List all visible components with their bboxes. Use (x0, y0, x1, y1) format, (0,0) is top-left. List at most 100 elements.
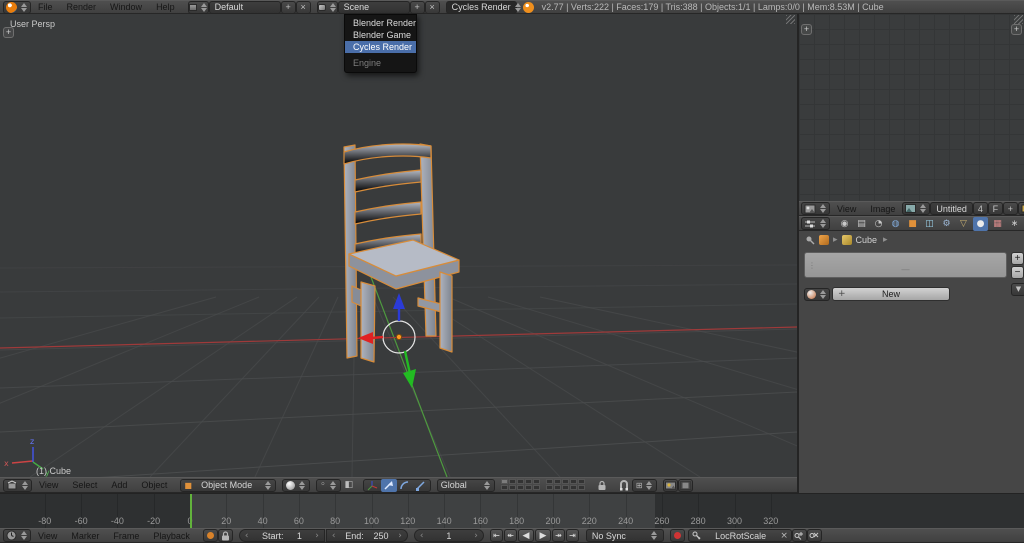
mode-selector[interactable]: ■ Object Mode (180, 479, 276, 492)
layer-cell[interactable] (578, 479, 585, 484)
scene-field[interactable]: Scene (338, 1, 410, 14)
manipulator-toggle-translate[interactable] (381, 479, 397, 492)
screen-layout-field[interactable]: Default (209, 1, 281, 14)
tab-object-data-icon[interactable]: ▽ (956, 217, 971, 231)
auto-keyframe-toggle[interactable] (203, 529, 218, 542)
breadcrumb-object-name[interactable]: Cube (856, 235, 878, 245)
menu-add[interactable]: Add (104, 480, 134, 490)
layers-widget[interactable] (546, 479, 588, 491)
new-material-button[interactable]: + New (832, 287, 950, 301)
delete-scene-button[interactable]: × (425, 1, 440, 14)
layers-widget[interactable] (501, 479, 543, 491)
expand-region-button[interactable]: + (801, 24, 812, 35)
layer-cell[interactable] (501, 485, 508, 490)
layer-cell[interactable] (509, 479, 516, 484)
menu-playback[interactable]: Playback (146, 531, 197, 541)
list-resize-dash-icon[interactable]: — (901, 265, 910, 275)
layer-cell[interactable] (578, 485, 585, 490)
image-editor-canvas[interactable]: + + (799, 14, 1024, 201)
insert-keyframe-button[interactable] (792, 529, 807, 542)
current-frame-field[interactable]: ‹ 1 › (414, 529, 484, 542)
material-slots-list[interactable]: ⋮ — (804, 252, 1007, 278)
tab-modifiers-icon[interactable]: ⚙ (939, 217, 954, 231)
transform-orientation-selector[interactable]: Global (437, 479, 495, 492)
tab-texture-icon[interactable]: ▦ (990, 217, 1005, 231)
menu-frame[interactable]: Frame (106, 531, 146, 541)
add-scene-button[interactable]: + (410, 1, 425, 14)
editor-type-selector[interactable] (3, 529, 31, 542)
material-specials-button[interactable]: ▼ (1011, 283, 1024, 296)
image-datablock-icon[interactable] (902, 202, 930, 215)
menu-file[interactable]: File (31, 2, 60, 12)
layer-cell[interactable] (525, 485, 532, 490)
menu-help[interactable]: Help (149, 2, 182, 12)
engine-option-cycles-render[interactable]: Cycles Render (345, 41, 416, 53)
menu-select[interactable]: Select (65, 480, 104, 490)
record-button[interactable] (670, 529, 685, 542)
layer-cell[interactable] (554, 479, 561, 484)
engine-option-blender-game[interactable]: Blender Game (345, 29, 416, 41)
menu-view[interactable]: View (31, 531, 64, 541)
jump-to-prev-keyframe-button[interactable]: ↞ (504, 529, 517, 542)
layer-cell[interactable] (517, 479, 524, 484)
menu-marker[interactable]: Marker (64, 531, 106, 541)
layer-cell[interactable] (525, 479, 532, 484)
snap-toggle[interactable] (616, 479, 632, 492)
layer-cell[interactable] (533, 485, 540, 490)
layer-cell[interactable] (546, 479, 553, 484)
manipulator-toggle-axes[interactable] (365, 479, 381, 492)
menu-view[interactable]: View (32, 480, 65, 490)
play-button[interactable]: ▶ (535, 529, 551, 542)
new-image-button[interactable]: + (1003, 202, 1018, 215)
viewport-shading-selector[interactable] (282, 479, 310, 492)
manipulator-x-handle[interactable] (372, 337, 383, 338)
pin-icon[interactable] (805, 235, 815, 245)
engine-option-blender-render[interactable]: Blender Render (345, 17, 416, 29)
app-menu-button[interactable] (3, 1, 31, 14)
layer-cell[interactable] (546, 485, 553, 490)
object-icon[interactable] (819, 235, 829, 245)
render-engine-selector[interactable]: Cycles Render (446, 1, 517, 14)
delete-keyframe-button[interactable] (807, 529, 822, 542)
viewport-3d[interactable]: x z y User Persp (1) Cube + (0, 14, 797, 477)
layer-cell[interactable] (570, 485, 577, 490)
menu-view[interactable]: View (830, 204, 863, 214)
tab-render-layers-icon[interactable]: ▤ (854, 217, 869, 231)
tab-particles-icon[interactable]: ∗ (1007, 217, 1022, 231)
jump-to-next-keyframe-button[interactable]: ↠ (552, 529, 565, 542)
sync-mode-selector[interactable]: No Sync (586, 529, 664, 542)
menu-object[interactable]: Object (134, 480, 174, 490)
menu-window[interactable]: Window (103, 2, 149, 12)
layer-cell[interactable] (562, 479, 569, 484)
lock-to-scene-toggle[interactable] (594, 479, 610, 492)
screen-layout-icon[interactable] (188, 1, 209, 14)
layer-cell[interactable] (554, 485, 561, 490)
fake-user-button[interactable]: F (988, 202, 1003, 215)
mesh-data-icon[interactable] (842, 235, 852, 245)
pivot-point-selector[interactable]: ◦ (316, 479, 340, 492)
frame-end-field[interactable]: ‹ End: 250 › (326, 529, 408, 542)
add-layout-button[interactable]: + (281, 1, 296, 14)
tab-scene-icon[interactable]: ◔ (871, 217, 886, 231)
layer-cell[interactable] (501, 479, 508, 484)
tab-object-icon[interactable]: ■ (905, 217, 920, 231)
remove-material-slot-button[interactable]: − (1011, 266, 1024, 279)
manipulator-y-handle[interactable] (405, 351, 410, 374)
manipulator-z-arrow[interactable] (393, 293, 405, 309)
layer-cell[interactable] (533, 479, 540, 484)
menu-image[interactable]: Image (863, 204, 902, 214)
jump-to-start-button[interactable]: ⇤ (490, 529, 503, 542)
layer-cell[interactable] (570, 479, 577, 484)
timeline-playhead[interactable] (190, 494, 192, 528)
expand-toolbar-button[interactable]: + (3, 27, 14, 38)
area-resize-handle[interactable] (1014, 15, 1023, 24)
tab-world-icon[interactable]: ◍ (888, 217, 903, 231)
editor-type-selector[interactable] (801, 217, 830, 230)
manipulate-center-points-toggle[interactable]: ◧ (341, 479, 357, 492)
editor-type-selector[interactable] (3, 479, 32, 492)
frame-start-field[interactable]: ‹ Start: 1 › (239, 529, 325, 542)
jump-to-end-button[interactable]: ⇥ (566, 529, 579, 542)
layer-cell[interactable] (517, 485, 524, 490)
area-resize-handle[interactable] (786, 15, 795, 24)
layer-cell[interactable] (509, 485, 516, 490)
